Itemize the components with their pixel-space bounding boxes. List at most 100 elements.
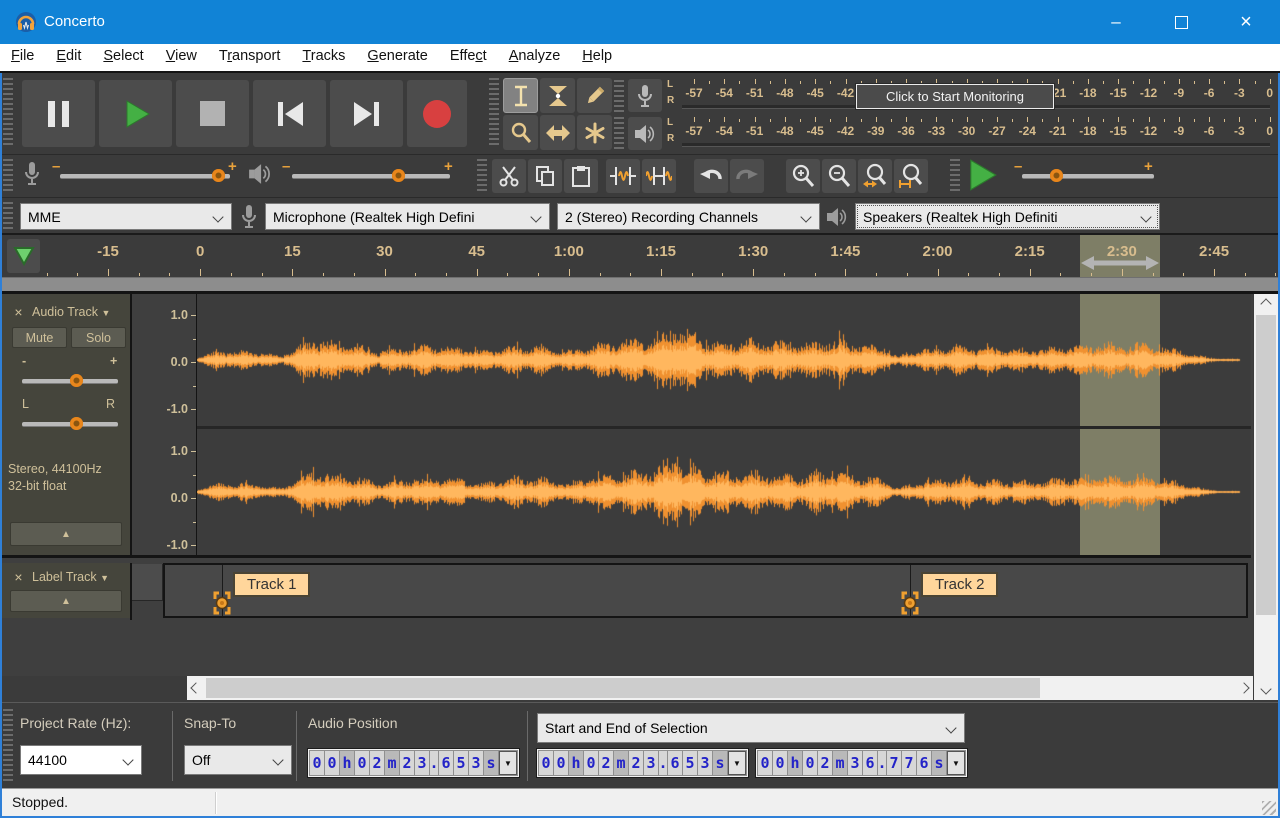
menu-edit[interactable]: Edit — [45, 43, 92, 72]
time-digit[interactable]: 0 — [758, 751, 772, 775]
skip-to-end-button[interactable] — [330, 80, 403, 147]
time-field-stepper[interactable]: ▼ — [728, 751, 746, 775]
scroll-up-button[interactable] — [1254, 294, 1278, 314]
label-flag-icon[interactable] — [900, 591, 920, 615]
menu-tracks[interactable]: Tracks — [291, 43, 356, 72]
time-unit[interactable]: m — [614, 751, 628, 775]
scroll-left-button[interactable] — [187, 676, 205, 700]
time-digit[interactable]: 6 — [668, 751, 682, 775]
time-digit[interactable]: 0 — [355, 751, 369, 775]
recording-meter-grip[interactable] — [614, 80, 624, 112]
time-unit[interactable]: h — [788, 751, 802, 775]
scroll-right-button[interactable] — [1235, 676, 1253, 700]
timeline-ruler[interactable]: -15 0 15 30 45 1:00 1:15 1:30 1:45 2:00 2:15 2:30 2:… — [0, 235, 1280, 277]
silence-audio-button[interactable] — [642, 159, 676, 193]
time-digit[interactable]: 0 — [773, 751, 787, 775]
mixer-toolbar-grip[interactable] — [3, 159, 13, 193]
playback-meter-button[interactable] — [628, 117, 662, 150]
mute-button[interactable]: Mute — [12, 327, 67, 348]
menu-select[interactable]: Select — [92, 43, 154, 72]
time-digit[interactable]: 7 — [887, 751, 901, 775]
recording-volume-thumb[interactable] — [212, 169, 225, 182]
time-digit[interactable]: 3 — [469, 751, 483, 775]
device-toolbar-grip[interactable] — [3, 202, 13, 230]
time-digit[interactable]: 2 — [818, 751, 832, 775]
draw-tool-button[interactable] — [577, 78, 612, 113]
time-unit[interactable]: m — [385, 751, 399, 775]
record-button[interactable] — [407, 80, 467, 147]
time-digit[interactable]: 6 — [917, 751, 931, 775]
play-speed-slider[interactable] — [1022, 174, 1154, 179]
track-menu-arrow-icon[interactable]: ▼ — [102, 308, 111, 318]
solo-button[interactable]: Solo — [71, 327, 126, 348]
time-decimal[interactable]: . — [877, 751, 887, 775]
recording-device-dropdown[interactable]: Microphone (Realtek High Defini — [265, 203, 550, 230]
selection-start-field[interactable]: 0 0 h 0 2 m 2 3. 6 5 3 s ▼ — [536, 748, 749, 778]
copy-button[interactable] — [528, 159, 562, 193]
multi-tool-button[interactable] — [577, 115, 612, 150]
envelope-tool-button[interactable] — [540, 78, 575, 113]
time-unit[interactable]: s — [484, 751, 498, 775]
time-decimal[interactable]: . — [429, 751, 439, 775]
vertical-ruler[interactable]: 1.0 0.0 -1.0 1.0 0.0 -1.0 — [132, 294, 196, 557]
selection-range-mode-dropdown[interactable]: Start and End of Selection — [537, 713, 965, 743]
time-digit[interactable]: 6 — [439, 751, 453, 775]
gain-thumb[interactable] — [70, 374, 83, 387]
menu-transport[interactable]: Transport — [208, 43, 292, 72]
time-decimal[interactable]: . — [658, 751, 668, 775]
time-digit[interactable]: 0 — [584, 751, 598, 775]
time-digit[interactable]: 7 — [902, 751, 916, 775]
label-flag-icon[interactable] — [212, 591, 232, 615]
resize-grip[interactable] — [1262, 801, 1276, 815]
play-button[interactable] — [99, 80, 172, 147]
recording-volume-slider[interactable] — [60, 174, 230, 179]
menu-view[interactable]: View — [155, 43, 208, 72]
menu-effect[interactable]: Effect — [439, 43, 498, 72]
menu-help[interactable]: Help — [571, 43, 623, 72]
audio-position-field[interactable]: 0 0 h 0 2 m 2 3. 6 5 3 s ▼ — [307, 748, 520, 778]
scroll-down-button[interactable] — [1254, 678, 1278, 700]
close-track-button[interactable]: × — [10, 303, 27, 320]
track-label[interactable]: Track 2 — [921, 572, 999, 597]
selection-end-field[interactable]: 0 0 h 0 2 m 3 6. 7 7 6 s ▼ — [755, 748, 968, 778]
transport-toolbar-grip[interactable] — [3, 78, 13, 148]
collapse-track-button[interactable]: ▲ — [10, 590, 122, 612]
horizontal-scrollbar[interactable] — [187, 676, 1253, 700]
zoom-out-button[interactable] — [822, 159, 856, 193]
zoom-tool-button[interactable] — [503, 115, 538, 150]
time-digit[interactable]: 3 — [848, 751, 862, 775]
menu-analyze[interactable]: Analyze — [498, 43, 572, 72]
close-track-button[interactable]: × — [10, 568, 27, 585]
waveform-view[interactable] — [197, 294, 1251, 557]
playback-volume-slider[interactable] — [292, 174, 450, 179]
time-unit[interactable]: h — [569, 751, 583, 775]
pan-thumb[interactable] — [70, 417, 83, 430]
audio-host-dropdown[interactable]: MME — [20, 203, 232, 230]
recording-channels-dropdown[interactable]: 2 (Stereo) Recording Channels — [557, 203, 820, 230]
selection-tool-button[interactable] — [503, 78, 538, 113]
playback-meter[interactable]: L R -57 -54 -51 -48 -45 -42 -39 -36 -33 -30 -27 -24 -2… — [667, 116, 1273, 152]
time-digit[interactable]: 0 — [310, 751, 324, 775]
project-rate-dropdown[interactable]: 44100 — [20, 745, 142, 775]
play-speed-thumb[interactable] — [1050, 169, 1063, 182]
minimize-button[interactable]: – — [1085, 0, 1147, 44]
time-digit[interactable]: 5 — [454, 751, 468, 775]
time-digit[interactable]: 3 — [698, 751, 712, 775]
vertical-scroll-thumb[interactable] — [1256, 315, 1276, 615]
waveform-channel-right[interactable] — [197, 430, 1251, 554]
menu-generate[interactable]: Generate — [356, 43, 438, 72]
snap-to-dropdown[interactable]: Off — [184, 745, 292, 775]
time-field-stepper[interactable]: ▼ — [947, 751, 965, 775]
time-digit[interactable]: 2 — [629, 751, 643, 775]
vertical-scrollbar[interactable] — [1254, 294, 1278, 700]
timeshift-tool-button[interactable] — [540, 115, 575, 150]
playback-meter-grip[interactable] — [614, 117, 624, 149]
play-at-speed-grip[interactable] — [950, 159, 960, 193]
playback-device-dropdown[interactable]: Speakers (Realtek High Definiti — [855, 203, 1160, 230]
skip-to-start-button[interactable] — [253, 80, 326, 147]
zoom-in-button[interactable] — [786, 159, 820, 193]
recording-meter-button[interactable] — [628, 79, 662, 112]
menu-file[interactable]: File — [0, 43, 45, 72]
time-digit[interactable]: 0 — [554, 751, 568, 775]
time-digit[interactable]: 2 — [370, 751, 384, 775]
